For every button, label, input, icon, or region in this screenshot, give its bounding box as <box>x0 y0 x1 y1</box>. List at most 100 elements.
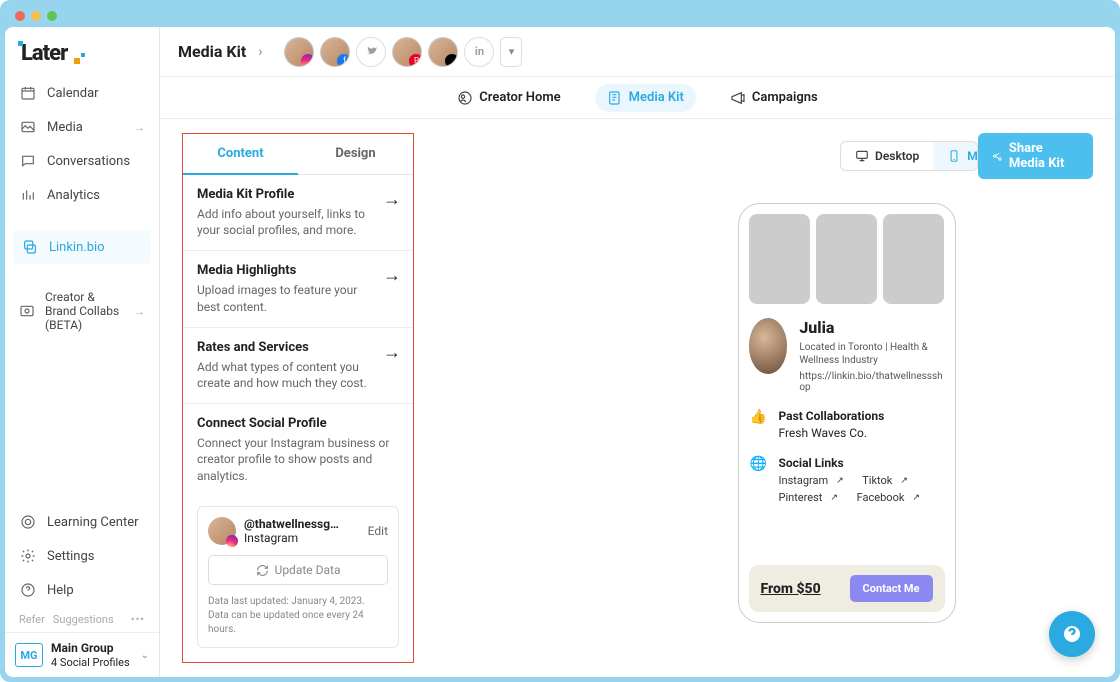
avatar-dropdown[interactable]: ▾ <box>500 37 522 67</box>
help-icon <box>19 581 37 599</box>
subnav-media-kit[interactable]: Media Kit <box>595 84 696 112</box>
avatar-pinterest[interactable]: P <box>392 37 422 67</box>
link-instagram[interactable]: Instagram↗ <box>779 474 852 487</box>
media-icon <box>19 118 37 136</box>
section-connect: Connect Social Profile Connect your Inst… <box>183 404 413 496</box>
gallery-image <box>883 214 944 304</box>
seg-label: Desktop <box>875 149 919 163</box>
logo-text: Later <box>21 41 67 66</box>
subnav-campaigns[interactable]: Campaigns <box>730 90 818 106</box>
nav-analytics[interactable]: Analytics <box>5 178 159 212</box>
profile-link: https://linkin.bio/thatwellnessshop <box>799 371 944 393</box>
seg-label: Mobile <box>967 149 978 163</box>
social-network: Instagram <box>244 531 298 545</box>
group-switcher[interactable]: MG Main Group 4 Social Profiles ⌄ <box>5 632 159 677</box>
price: From $50 <box>761 581 821 597</box>
window-titlebar <box>5 5 1115 27</box>
thumbsup-icon: 👍 <box>749 409 769 440</box>
profile-meta: Located in Toronto | Health & Wellness I… <box>799 341 944 367</box>
link-refer[interactable]: Refer <box>19 613 45 626</box>
tiktok-icon <box>445 54 458 67</box>
chevron-updown-icon: ⌄ <box>141 650 149 661</box>
more-icon[interactable]: ••• <box>131 613 145 626</box>
linkinbio-icon <box>21 238 39 256</box>
analytics-icon <box>19 186 37 204</box>
device-mobile[interactable]: Mobile <box>933 142 978 170</box>
device-toggle: Desktop Mobile <box>840 141 978 171</box>
subnav: Creator Home Media Kit Campaigns <box>160 77 1115 119</box>
nav-media[interactable]: Media → <box>5 110 159 144</box>
topbar: Media Kit › f P in ▾ <box>160 27 1115 77</box>
link-facebook[interactable]: Facebook↗ <box>857 491 928 504</box>
pinterest-icon: P <box>409 54 422 67</box>
profile-avatar <box>749 318 788 374</box>
avatar-linkedin[interactable]: in <box>464 37 494 67</box>
nav-help[interactable]: Help <box>5 573 159 607</box>
avatar-instagram[interactable] <box>284 37 314 67</box>
section-desc: Upload images to feature your best conte… <box>197 282 399 314</box>
nav-creator-collabs[interactable]: Creator & Brand Collabs (BETA) → <box>5 282 159 340</box>
tab-design[interactable]: Design <box>298 134 413 175</box>
contact-button[interactable]: Contact Me <box>850 575 933 602</box>
window-minimize[interactable] <box>31 11 41 21</box>
network-icon: 🌐 <box>749 456 769 506</box>
section-profile[interactable]: Media Kit Profile Add info about yoursel… <box>183 175 413 251</box>
nav-label: Calendar <box>47 86 99 101</box>
button-label: Share Media Kit <box>1009 141 1079 171</box>
avatar-facebook[interactable]: f <box>320 37 350 67</box>
nav-label: Help <box>47 583 74 598</box>
nav: Calendar Media → Conversations <box>5 74 159 340</box>
link-suggestions[interactable]: Suggestions <box>53 613 114 626</box>
window-close[interactable] <box>15 11 25 21</box>
window-zoom[interactable] <box>47 11 57 21</box>
profile-name: Julia <box>799 318 944 337</box>
tab-content[interactable]: Content <box>183 134 298 175</box>
chevron-right-icon: → <box>134 121 145 134</box>
nav-label: Linkin.bio <box>49 240 105 255</box>
section-title: Rates and Services <box>197 340 399 355</box>
sidebar: Later Calendar Media → <box>5 27 160 677</box>
subnav-label: Campaigns <box>752 90 818 105</box>
nav-label: Media <box>47 120 83 135</box>
nav-label: Settings <box>47 549 94 564</box>
nav-conversations[interactable]: Conversations <box>5 144 159 178</box>
nav-calendar[interactable]: Calendar <box>5 76 159 110</box>
group-title: Main Group <box>51 641 130 655</box>
edit-button[interactable]: Edit <box>368 524 388 538</box>
help-fab[interactable] <box>1049 611 1095 657</box>
nav-label: Learning Center <box>47 515 139 530</box>
section-rates[interactable]: Rates and Services Add what types of con… <box>183 328 413 404</box>
avatar-twitter[interactable] <box>356 37 386 67</box>
main: Media Kit › f P in ▾ Creator Home <box>160 27 1115 677</box>
note-line2: Data can be updated once every 24 hours. <box>208 609 388 637</box>
instagram-icon <box>301 54 314 67</box>
device-desktop[interactable]: Desktop <box>841 142 933 170</box>
section-title: Media Highlights <box>197 263 399 278</box>
subnav-creator-home[interactable]: Creator Home <box>457 90 560 106</box>
chat-icon <box>19 152 37 170</box>
social-avatars: f P in ▾ <box>284 37 522 67</box>
nav-settings[interactable]: Settings <box>5 539 159 573</box>
connected-social: @thatwellnessg… Instagram Edit Update Da… <box>197 506 399 649</box>
link-tiktok[interactable]: Tiktok↗ <box>862 474 916 487</box>
avatar-tiktok[interactable] <box>428 37 458 67</box>
section-desc: Connect your Instagram business or creat… <box>197 435 399 484</box>
app-logo: Later <box>5 27 159 74</box>
group-badge: MG <box>15 643 43 667</box>
gear-icon <box>19 547 37 565</box>
chevron-right-icon: › <box>258 44 262 60</box>
share-button[interactable]: Share Media Kit <box>978 133 1093 179</box>
edit-panel: Content Design Media Kit Profile Add inf… <box>182 133 414 663</box>
nav-learning[interactable]: Learning Center <box>5 505 159 539</box>
instagram-icon <box>226 535 238 547</box>
nav-linkinbio[interactable]: Linkin.bio <box>13 230 151 264</box>
nav-label: Conversations <box>47 154 130 169</box>
section-highlights[interactable]: Media Highlights Upload images to featur… <box>183 251 413 327</box>
preview-area: Desktop Mobile Share Media Kit <box>600 133 1093 663</box>
past-collab-title: Past Collaborations <box>779 409 885 423</box>
arrow-right-icon: → <box>383 265 401 286</box>
arrow-right-icon: → <box>383 342 401 363</box>
update-data-button[interactable]: Update Data <box>208 555 388 585</box>
facebook-icon: f <box>337 54 350 67</box>
link-pinterest[interactable]: Pinterest↗ <box>779 491 846 504</box>
